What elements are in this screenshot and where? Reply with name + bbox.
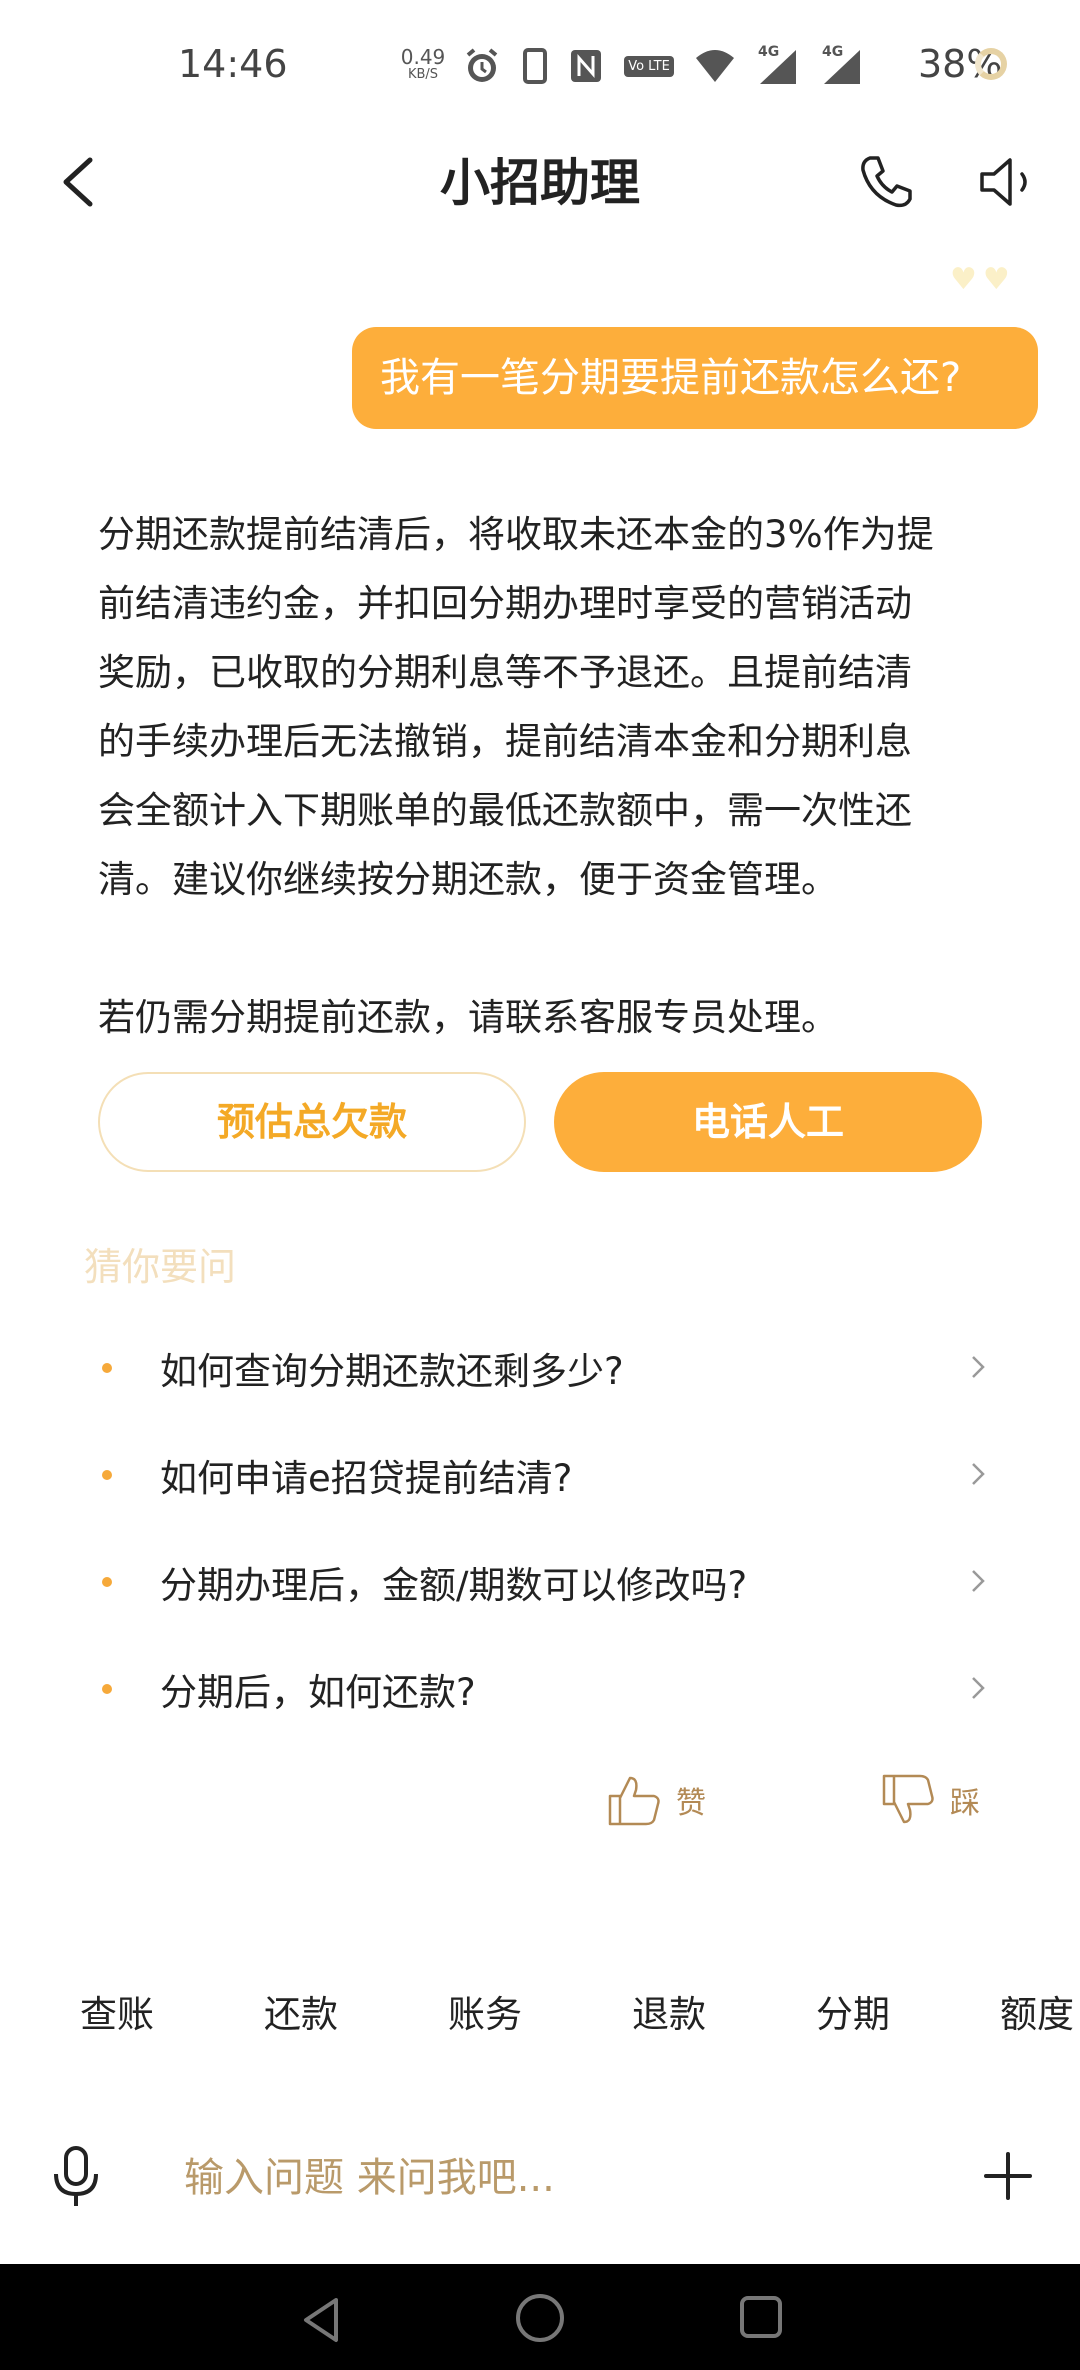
- bullet-icon: [102, 1362, 112, 1373]
- bot-reply-text: 分期还款提前结清后，将收取未还本金的3%作为提 前结清违约金，并扣回分期办理时享…: [98, 513, 934, 1039]
- suggestion-text: 分期办理后，金额/期数可以修改吗?: [160, 1563, 748, 1607]
- phone-status-icon: [522, 46, 548, 86]
- user-message-bubble: 我有一笔分期要提前还款怎么还?: [352, 327, 1038, 429]
- estimate-total-debt-button[interactable]: 预估总欠款: [98, 1072, 526, 1172]
- plus-icon[interactable]: [980, 2148, 1036, 2204]
- nav-home-icon[interactable]: [512, 2290, 568, 2346]
- bullet-icon: [102, 1683, 112, 1694]
- nfc-icon: [568, 46, 604, 86]
- status-time: 14:46: [178, 42, 288, 86]
- signal-label-2: 4G: [822, 44, 844, 60]
- speaker-icon[interactable]: [976, 152, 1038, 212]
- bullet-icon: [102, 1469, 112, 1480]
- suggestion-item[interactable]: 分期后，如何还款?: [98, 1635, 998, 1742]
- thumbs-down-icon: [882, 1774, 934, 1824]
- like-label: 赞: [676, 1786, 706, 1821]
- dislike-button[interactable]: 踩: [880, 1772, 980, 1828]
- quick-tab[interactable]: 还款: [264, 1984, 338, 2038]
- suggestion-item[interactable]: 如何申请e招贷提前结清?: [98, 1421, 998, 1528]
- network-speed-value: 0.49: [400, 45, 446, 69]
- quick-tab[interactable]: 额度: [1000, 1984, 1074, 2038]
- status-icons: Vo LTE 4G 4G: [462, 44, 864, 88]
- quick-tab[interactable]: 查账: [80, 1984, 154, 2038]
- suggestions-title: 猜你要问: [84, 1245, 237, 1289]
- thumbs-up-icon: [608, 1776, 660, 1826]
- volte-label: Vo LTE: [624, 55, 674, 77]
- suggestion-text: 如何申请e招贷提前结清?: [160, 1456, 573, 1500]
- bullet-icon: [102, 1576, 112, 1587]
- like-button[interactable]: 赞: [606, 1772, 706, 1828]
- quick-tab[interactable]: 账务: [448, 1984, 522, 2038]
- chevron-right-icon: [972, 1356, 985, 1378]
- wifi-icon: [694, 48, 736, 84]
- signal-icon: 4G: [756, 44, 800, 86]
- quick-tab[interactable]: 退款: [632, 1984, 706, 2038]
- question-input[interactable]: [182, 2142, 926, 2214]
- back-arrow-icon[interactable]: [50, 150, 114, 214]
- suggestion-list: 如何查询分期还款还剩多少? 如何申请e招贷提前结清? 分期办理后，金额/期数可以…: [98, 1314, 998, 1742]
- chevron-right-icon: [972, 1570, 985, 1592]
- signal-label: 4G: [758, 44, 780, 60]
- suggestion-item[interactable]: 如何查询分期还款还剩多少?: [98, 1314, 998, 1421]
- quick-tab[interactable]: 分期: [816, 1984, 890, 2038]
- suggestion-item[interactable]: 分期办理后，金额/期数可以修改吗?: [98, 1528, 998, 1635]
- alarm-icon: [462, 46, 502, 86]
- page-title: 小招助理: [440, 154, 640, 212]
- nav-recent-apps-icon[interactable]: [736, 2292, 786, 2342]
- chevron-right-icon: [972, 1677, 985, 1699]
- dislike-label: 踩: [950, 1786, 980, 1821]
- battery-icon: [975, 48, 1007, 80]
- chevron-right-icon: [972, 1463, 985, 1485]
- suggestion-text: 分期后，如何还款?: [160, 1670, 476, 1714]
- phone-call-icon[interactable]: [856, 152, 916, 212]
- decor-hearts-icon: ♥♥: [950, 262, 1016, 297]
- call-agent-button[interactable]: 电话人工: [554, 1072, 982, 1172]
- suggestion-text: 如何查询分期还款还剩多少?: [160, 1349, 624, 1393]
- signal-icon-2: 4G: [820, 44, 864, 86]
- quick-tabs: 查账 还款 账务 退款 分期 额度: [0, 1984, 1080, 2054]
- network-speed: 0.49 KB/S: [398, 45, 448, 84]
- microphone-icon[interactable]: [48, 2142, 104, 2212]
- volte-icon: Vo LTE: [624, 55, 674, 77]
- nav-back-icon[interactable]: [296, 2294, 348, 2346]
